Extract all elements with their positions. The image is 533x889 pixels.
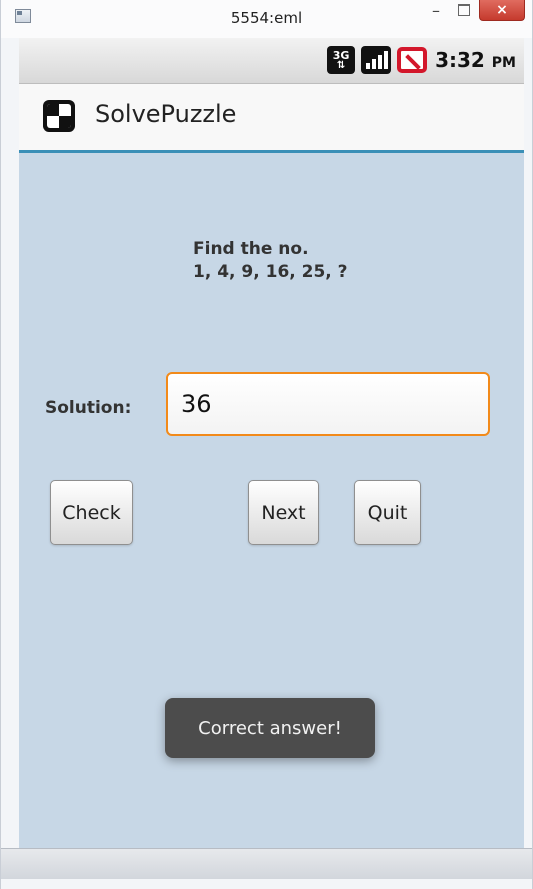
window-bottom-bar — [1, 848, 532, 879]
app-logo-icon — [43, 100, 75, 132]
quit-button[interactable]: Quit — [354, 480, 421, 545]
close-icon: × — [496, 2, 508, 18]
battery-alert-icon — [397, 47, 428, 73]
check-button[interactable]: Check — [50, 480, 133, 545]
signal-strength-icon — [361, 46, 392, 74]
question-sequence: 1, 4, 9, 16, 25, ? — [193, 262, 348, 282]
network-3g-icon: 3G ⇅ — [327, 46, 356, 74]
close-button[interactable]: × — [479, 0, 525, 21]
solution-label: Solution: — [45, 398, 132, 418]
window-titlebar: 5554:eml – × — [1, 0, 532, 38]
minimize-icon: – — [432, 0, 440, 20]
status-bar: 3G ⇅ 3:32 PM — [19, 38, 524, 84]
action-bar: SolvePuzzle — [19, 84, 524, 153]
solution-input[interactable] — [166, 372, 490, 436]
minimize-button[interactable]: – — [423, 0, 449, 20]
emulator-window: 5554:eml – × 3G ⇅ 3:32 PM SolvePuzzle Fi… — [0, 0, 533, 889]
status-icons: 3G ⇅ 3:32 PM — [327, 44, 516, 76]
app-title: SolvePuzzle — [95, 100, 237, 128]
question-line-1: Find the no. — [193, 239, 309, 259]
next-button[interactable]: Next — [248, 480, 319, 545]
toast-message: Correct answer! — [165, 698, 375, 758]
maximize-button[interactable] — [451, 0, 477, 20]
status-clock: 3:32 PM — [435, 48, 516, 72]
maximize-icon — [458, 4, 470, 16]
device-screen: 3G ⇅ 3:32 PM SolvePuzzle Find the no. 1,… — [19, 38, 524, 848]
puzzle-question: Find the no. 1, 4, 9, 16, 25, ? — [193, 238, 348, 284]
